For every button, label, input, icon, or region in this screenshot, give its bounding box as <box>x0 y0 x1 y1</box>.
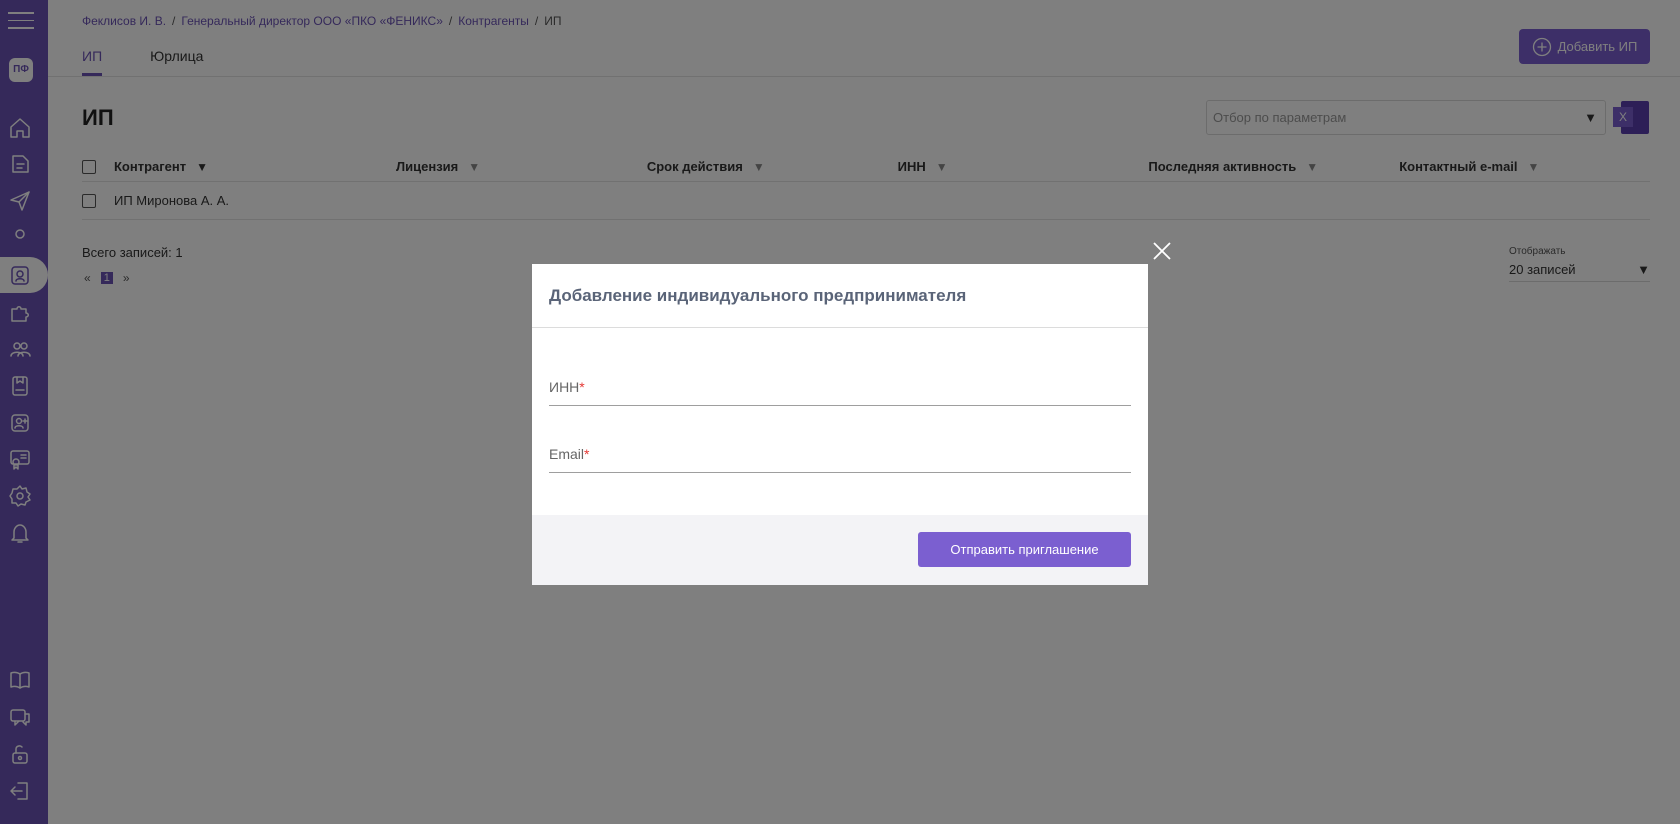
close-icon[interactable] <box>1151 240 1173 262</box>
dialog-divider <box>532 327 1148 328</box>
send-invitation-button[interactable]: Отправить приглашение <box>918 532 1131 567</box>
add-entrepreneur-dialog: Добавление индивидуального предпринимате… <box>532 264 1148 585</box>
email-field-label-wrap: Email* <box>549 446 589 462</box>
inn-field-label-wrap: ИНН* <box>549 379 585 395</box>
required-mark: * <box>579 379 585 395</box>
required-mark: * <box>584 446 590 462</box>
inn-field-label: ИНН <box>549 379 580 395</box>
dialog-title: Добавление индивидуального предпринимате… <box>549 286 967 305</box>
email-field-label: Email <box>549 446 585 462</box>
inn-field[interactable]: ИНН* <box>549 366 1131 406</box>
email-field[interactable]: Email* <box>549 433 1131 473</box>
dialog-footer: Отправить приглашение <box>532 515 1148 585</box>
